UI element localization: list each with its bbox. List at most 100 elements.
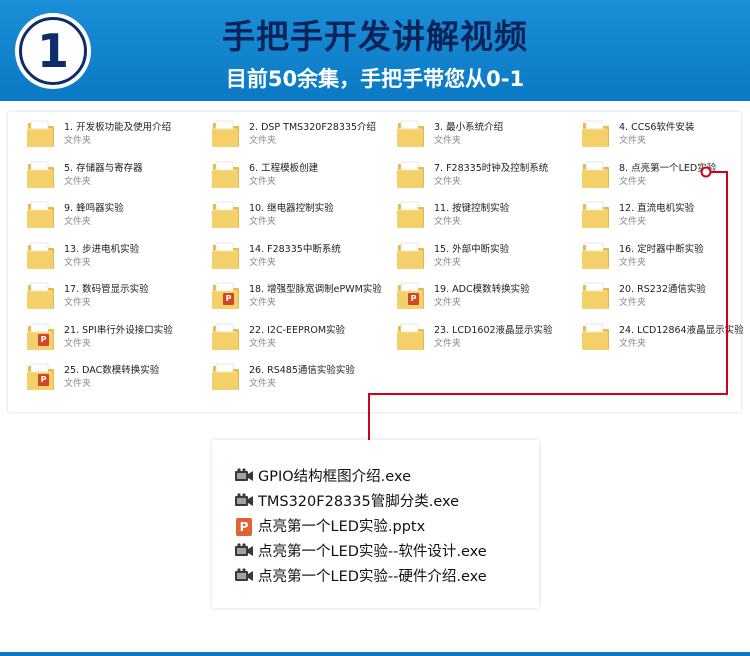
- folder-name: 24. LCD12864液晶显示实验: [619, 324, 744, 336]
- video-exe-icon: [234, 542, 254, 559]
- file-name: 点亮第一个LED实验--硬件介绍.exe: [258, 569, 487, 585]
- folder-type-label: 文件夹: [434, 176, 462, 187]
- file-item[interactable]: P 点亮第一个LED实验.pptx: [234, 513, 425, 538]
- folder-name: 11. 按键控制实验: [434, 203, 510, 214]
- file-name: 点亮第一个LED实验--软件设计.exe: [258, 544, 487, 560]
- folder-icon: [581, 240, 611, 271]
- folder-name: 3. 最小系统介绍: [434, 122, 504, 133]
- folder-name: 7. F28335时钟及控制系统: [434, 162, 549, 174]
- video-exe-icon: [234, 567, 254, 584]
- folder-item[interactable]: 3. 最小系统介绍 文件夹: [386, 118, 571, 159]
- folder-name: 12. 直流电机实验: [619, 203, 695, 214]
- folder-item[interactable]: 22. I2C-EEPROM实验 文件夹: [201, 321, 386, 362]
- folder-name: 16. 定时器中断实验: [619, 243, 704, 255]
- folder-type-label: 文件夹: [64, 379, 92, 389]
- folder-name: 9. 蜂鸣器实验: [64, 203, 124, 214]
- folder-ppt-icon: P: [26, 361, 56, 392]
- folder-icon: [211, 159, 241, 190]
- folder-icon: [26, 159, 56, 190]
- folder-type-label: 文件夹: [64, 176, 92, 187]
- file-item[interactable]: GPIO结构框图介绍.exe: [234, 463, 411, 488]
- folder-item[interactable]: 6. 工程模板创建 文件夹: [201, 159, 386, 200]
- folder-item[interactable]: P 25. DAC数模转换实验 文件夹: [16, 361, 201, 402]
- folder-name: 19. ADC模数转换实验: [434, 284, 530, 295]
- file-item[interactable]: 点亮第一个LED实验--硬件介绍.exe: [234, 563, 487, 588]
- folder-type-label: 文件夹: [249, 298, 277, 308]
- folder-type-label: 文件夹: [64, 298, 92, 308]
- folder-name: 5. 存储器与寄存器: [64, 162, 143, 174]
- file-item[interactable]: TMS320F28335管脚分类.exe: [234, 488, 459, 513]
- folder-name: 6. 工程模板创建: [249, 162, 319, 174]
- folder-icon: [581, 199, 611, 230]
- folder-type-label: 文件夹: [64, 217, 92, 227]
- folder-item[interactable]: P 19. ADC模数转换实验 文件夹: [386, 280, 571, 321]
- file-list-window: GPIO结构框图介绍.exe TMS320F28335管脚分类.exe P 点亮第一个…: [212, 440, 539, 608]
- folder-item[interactable]: 8. 点亮第一个LED实验 文件夹: [571, 159, 750, 200]
- pptx-icon: P: [234, 517, 254, 536]
- folder-type-label: 文件夹: [619, 257, 647, 268]
- folder-name: 25. DAC数模转换实验: [64, 365, 160, 376]
- folder-icon: [211, 199, 241, 230]
- folder-item[interactable]: 20. RS232通信实验 文件夹: [571, 280, 750, 321]
- folder-icon: [396, 240, 426, 271]
- folder-icon: [211, 321, 241, 352]
- folder-icon: [396, 321, 426, 352]
- file-name: TMS320F28335管脚分类.exe: [258, 494, 460, 510]
- folder-item[interactable]: 11. 按键控制实验 文件夹: [386, 199, 571, 240]
- folder-name: 15. 外部中断实验: [434, 243, 510, 255]
- folder-item[interactable]: 9. 蜂鸣器实验 文件夹: [16, 199, 201, 240]
- folder-ppt-icon: P: [396, 280, 426, 311]
- folder-type-label: 文件夹: [434, 217, 462, 227]
- folder-icon: [26, 118, 56, 149]
- banner-title: 手把手开发讲解视频: [222, 17, 528, 56]
- folder-icon: [396, 159, 426, 190]
- folder-type-label: 文件夹: [434, 298, 462, 308]
- folder-item[interactable]: 2. DSP TMS320F28335介绍 文件夹: [201, 118, 386, 159]
- folder-item[interactable]: 13. 步进电机实验 文件夹: [16, 240, 201, 281]
- folder-item[interactable]: 4. CCS6软件安装 文件夹: [571, 118, 750, 159]
- folder-icon: [26, 240, 56, 271]
- folder-name: 1. 开发板功能及使用介绍: [64, 122, 172, 133]
- folder-item[interactable]: 17. 数码管显示实验 文件夹: [16, 280, 201, 321]
- folder-name: 21. SPI串行外设接口实验: [64, 324, 173, 336]
- folder-icon: [211, 361, 241, 392]
- folder-name: 17. 数码管显示实验: [64, 284, 149, 295]
- folder-grid: 1. 开发板功能及使用介绍 文件夹 2. DSP TMS320F28335介绍 文件夹…: [16, 118, 744, 402]
- folder-item[interactable]: 26. RS485通信实验实验 文件夹: [201, 361, 386, 402]
- folder-ppt-icon: P: [211, 280, 241, 311]
- folder-type-label: 文件夹: [619, 217, 647, 227]
- folder-item[interactable]: 1. 开发板功能及使用介绍 文件夹: [16, 118, 201, 159]
- folder-item[interactable]: 5. 存储器与寄存器 文件夹: [16, 159, 201, 200]
- episode-badge: 1: [15, 13, 91, 89]
- folder-icon: [26, 199, 56, 230]
- folder-name: 20. RS232通信实验: [619, 284, 706, 295]
- folder-item[interactable]: P 21. SPI串行外设接口实验 文件夹: [16, 321, 201, 362]
- video-exe-icon: [234, 467, 254, 484]
- video-exe-icon: [234, 492, 254, 509]
- folder-item[interactable]: 15. 外部中断实验 文件夹: [386, 240, 571, 281]
- folder-item[interactable]: 12. 直流电机实验 文件夹: [571, 199, 750, 240]
- folder-type-label: 文件夹: [249, 176, 277, 187]
- folder-name: 4. CCS6软件安装: [619, 122, 695, 133]
- folder-icon: [211, 118, 241, 149]
- folder-icon: [396, 199, 426, 230]
- folder-type-label: 文件夹: [619, 298, 647, 308]
- folder-icon: [581, 118, 611, 149]
- folder-item[interactable]: 14. F28335中断系统 文件夹: [201, 240, 386, 281]
- folder-type-label: 文件夹: [434, 338, 462, 349]
- folder-item[interactable]: 23. LCD1602液晶显示实验 文件夹: [386, 321, 571, 362]
- folder-name: 2. DSP TMS320F28335介绍: [249, 122, 377, 133]
- folder-item[interactable]: 16. 定时器中断实验 文件夹: [571, 240, 750, 281]
- folder-icon: [211, 240, 241, 271]
- folder-item[interactable]: 7. F28335时钟及控制系统 文件夹: [386, 159, 571, 200]
- file-name: GPIO结构框图介绍.exe: [258, 469, 411, 485]
- folder-type-label: 文件夹: [249, 217, 277, 227]
- file-item[interactable]: 点亮第一个LED实验--软件设计.exe: [234, 538, 487, 563]
- folder-type-label: 文件夹: [64, 338, 92, 349]
- folder-item[interactable]: 24. LCD12864液晶显示实验 文件夹: [571, 321, 750, 362]
- folder-name: 23. LCD1602液晶显示实验: [434, 324, 553, 336]
- folder-item[interactable]: 10. 继电器控制实验 文件夹: [201, 199, 386, 240]
- folder-window: 1. 开发板功能及使用介绍 文件夹 2. DSP TMS320F28335介绍 文件夹…: [8, 112, 744, 412]
- folder-item[interactable]: P 18. 增强型脉宽调制ePWM实验 文件夹: [201, 280, 386, 321]
- bottom-accent-line: [0, 652, 750, 656]
